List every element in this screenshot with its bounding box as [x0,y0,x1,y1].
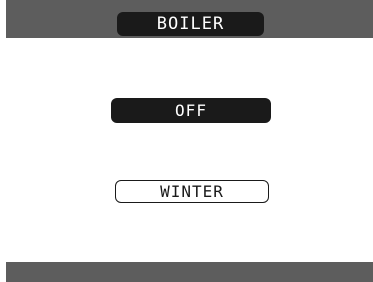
page-title: BOILER [117,12,264,36]
display-screen: BOILER OFF WINTER [6,0,373,282]
header-bar: BOILER [6,0,373,38]
option-winter-button[interactable]: WINTER [115,180,269,203]
option-off-button[interactable]: OFF [111,98,271,123]
footer-bar [6,262,373,282]
